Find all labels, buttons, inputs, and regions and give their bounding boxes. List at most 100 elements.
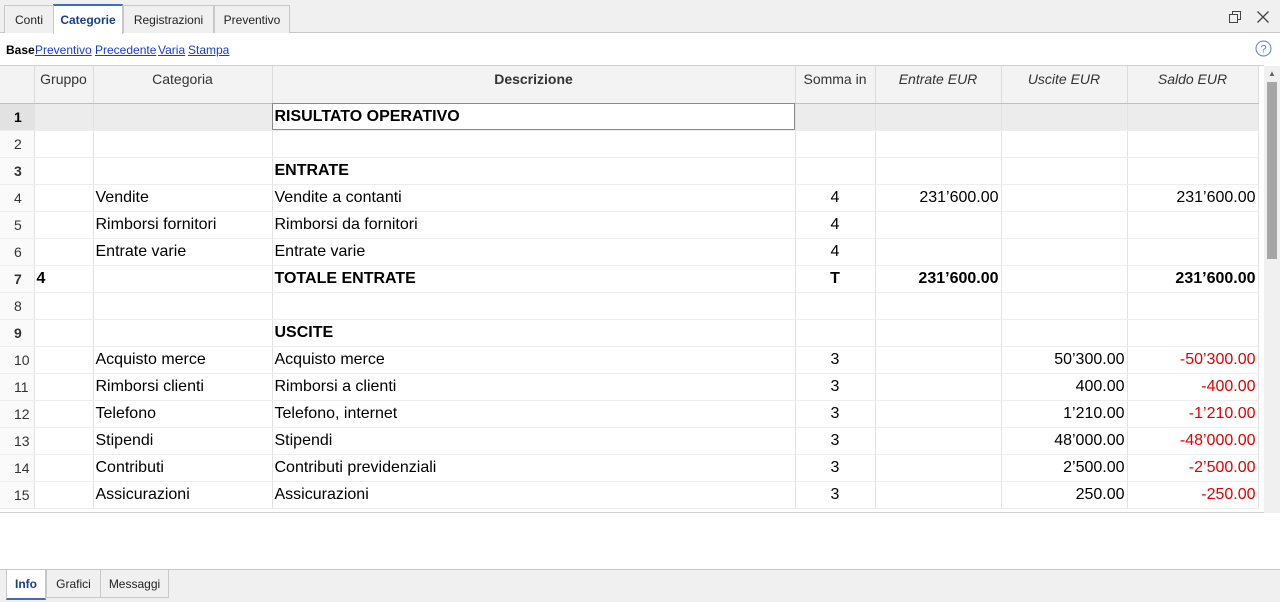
tab-grafici[interactable]: Grafici bbox=[46, 570, 101, 598]
cell-gruppo[interactable] bbox=[34, 292, 94, 320]
row-number[interactable]: 14 bbox=[0, 454, 35, 482]
cell-saldo[interactable]: -48’000.00 bbox=[1127, 427, 1259, 455]
cell-categoria[interactable]: Rimborsi clienti bbox=[93, 373, 273, 401]
cell-saldo[interactable]: -50’300.00 bbox=[1127, 346, 1259, 374]
cell-gruppo[interactable] bbox=[34, 103, 94, 131]
scrollbar-thumb[interactable] bbox=[1267, 82, 1277, 259]
row-number[interactable]: 7 bbox=[0, 265, 35, 293]
table-row[interactable]: 14 Contributi Contributi previdenziali 3 2’5… bbox=[0, 454, 1259, 482]
cell-somma-in[interactable]: 3 bbox=[795, 346, 876, 374]
cell-entrate[interactable]: 231’600.00 bbox=[875, 184, 1002, 212]
cell-descrizione[interactable]: RISULTATO OPERATIVO bbox=[272, 103, 796, 131]
cell-saldo[interactable]: -400.00 bbox=[1127, 373, 1259, 401]
cell-uscite[interactable] bbox=[1001, 211, 1128, 239]
vertical-scrollbar[interactable]: ▲ bbox=[1264, 66, 1280, 513]
cell-entrate[interactable] bbox=[875, 292, 1002, 320]
cell-uscite[interactable] bbox=[1001, 238, 1128, 266]
cell-somma-in[interactable]: 3 bbox=[795, 427, 876, 455]
cell-categoria[interactable]: Telefono bbox=[93, 400, 273, 428]
table-row[interactable]: 1 RISULTATO OPERATIVO bbox=[0, 103, 1259, 131]
cell-categoria[interactable] bbox=[93, 265, 273, 293]
cell-gruppo[interactable]: 4 bbox=[34, 265, 94, 293]
cell-somma-in[interactable]: 4 bbox=[795, 184, 876, 212]
tab-preventivo[interactable]: Preventivo bbox=[214, 5, 290, 33]
tab-messaggi[interactable]: Messaggi bbox=[100, 570, 169, 598]
cell-uscite[interactable]: 2’500.00 bbox=[1001, 454, 1128, 482]
cell-uscite[interactable]: 250.00 bbox=[1001, 481, 1128, 509]
row-number[interactable]: 15 bbox=[0, 481, 35, 509]
cell-categoria[interactable] bbox=[93, 157, 273, 185]
cell-uscite[interactable]: 400.00 bbox=[1001, 373, 1128, 401]
cell-entrate[interactable] bbox=[875, 157, 1002, 185]
row-number[interactable]: 3 bbox=[0, 157, 35, 185]
cell-gruppo[interactable] bbox=[34, 184, 94, 212]
cell-saldo[interactable]: 231’600.00 bbox=[1127, 265, 1259, 293]
cell-somma-in[interactable] bbox=[795, 157, 876, 185]
row-number[interactable]: 9 bbox=[0, 319, 35, 347]
cell-categoria[interactable]: Acquisto merce bbox=[93, 346, 273, 374]
table-row[interactable]: 2 bbox=[0, 130, 1259, 158]
cell-descrizione[interactable]: Rimborsi da fornitori bbox=[272, 211, 796, 239]
cell-entrate[interactable] bbox=[875, 211, 1002, 239]
row-number[interactable]: 6 bbox=[0, 238, 35, 266]
cell-uscite[interactable]: 50’300.00 bbox=[1001, 346, 1128, 374]
row-number[interactable]: 13 bbox=[0, 427, 35, 455]
cell-uscite[interactable]: 1’210.00 bbox=[1001, 400, 1128, 428]
view-link-preventivo[interactable]: Preventivo bbox=[35, 43, 92, 57]
cell-categoria[interactable]: Assicurazioni bbox=[93, 481, 273, 509]
cell-somma-in[interactable] bbox=[795, 130, 876, 158]
cell-uscite[interactable] bbox=[1001, 157, 1128, 185]
cell-descrizione[interactable]: Contributi previdenziali bbox=[272, 454, 796, 482]
table-row[interactable]: 5 Rimborsi fornitori Rimborsi da fornitori… bbox=[0, 211, 1259, 239]
row-number[interactable]: 2 bbox=[0, 130, 35, 158]
cell-somma-in[interactable] bbox=[795, 292, 876, 320]
view-link-stampa[interactable]: Stampa bbox=[188, 43, 229, 57]
cell-categoria[interactable]: Stipendi bbox=[93, 427, 273, 455]
close-icon[interactable] bbox=[1255, 9, 1271, 25]
cell-categoria[interactable] bbox=[93, 319, 273, 347]
cell-entrate[interactable] bbox=[875, 427, 1002, 455]
table-row[interactable]: 9 USCITE bbox=[0, 319, 1259, 347]
cell-entrate[interactable] bbox=[875, 238, 1002, 266]
row-number[interactable]: 1 bbox=[0, 103, 35, 131]
cell-descrizione[interactable]: Vendite a contanti bbox=[272, 184, 796, 212]
table-row[interactable]: 8 bbox=[0, 292, 1259, 320]
table-row[interactable]: 12 Telefono Telefono, internet 3 1’210.00 -1’… bbox=[0, 400, 1259, 428]
view-link-precedente[interactable]: Precedente bbox=[95, 43, 156, 57]
cell-descrizione[interactable]: Stipendi bbox=[272, 427, 796, 455]
cell-gruppo[interactable] bbox=[34, 211, 94, 239]
cell-somma-in[interactable]: 3 bbox=[795, 400, 876, 428]
row-number[interactable]: 8 bbox=[0, 292, 35, 320]
row-number[interactable]: 4 bbox=[0, 184, 35, 212]
header-entrate[interactable]: Entrate EUR bbox=[875, 66, 1002, 104]
cell-descrizione[interactable] bbox=[272, 130, 796, 158]
cell-entrate[interactable] bbox=[875, 130, 1002, 158]
cell-saldo[interactable] bbox=[1127, 103, 1259, 131]
cell-somma-in[interactable] bbox=[795, 103, 876, 131]
cell-saldo[interactable] bbox=[1127, 319, 1259, 347]
cell-saldo[interactable]: -1’210.00 bbox=[1127, 400, 1259, 428]
cell-saldo[interactable] bbox=[1127, 292, 1259, 320]
cell-somma-in[interactable] bbox=[795, 319, 876, 347]
table-row[interactable]: 4 Vendite Vendite a contanti 4 231’600.00 231… bbox=[0, 184, 1259, 212]
cell-gruppo[interactable] bbox=[34, 157, 94, 185]
cell-somma-in[interactable]: 3 bbox=[795, 481, 876, 509]
header-categoria[interactable]: Categoria bbox=[93, 66, 273, 104]
row-number[interactable]: 10 bbox=[0, 346, 35, 374]
cell-descrizione[interactable]: USCITE bbox=[272, 319, 796, 347]
cell-entrate[interactable]: 231’600.00 bbox=[875, 265, 1002, 293]
cell-uscite[interactable] bbox=[1001, 319, 1128, 347]
cell-categoria[interactable] bbox=[93, 103, 273, 131]
row-number[interactable]: 5 bbox=[0, 211, 35, 239]
table-row[interactable]: 6 Entrate varie Entrate varie 4 bbox=[0, 238, 1259, 266]
view-link-varia[interactable]: Varia bbox=[158, 43, 185, 57]
cell-descrizione[interactable]: Rimborsi a clienti bbox=[272, 373, 796, 401]
cell-gruppo[interactable] bbox=[34, 238, 94, 266]
cell-somma-in[interactable]: 4 bbox=[795, 238, 876, 266]
cell-categoria[interactable]: Rimborsi fornitori bbox=[93, 211, 273, 239]
cell-saldo[interactable] bbox=[1127, 238, 1259, 266]
cell-uscite[interactable]: 48’000.00 bbox=[1001, 427, 1128, 455]
tab-registrazioni[interactable]: Registrazioni bbox=[123, 5, 214, 33]
header-saldo[interactable]: Saldo EUR bbox=[1127, 66, 1259, 104]
cell-gruppo[interactable] bbox=[34, 427, 94, 455]
